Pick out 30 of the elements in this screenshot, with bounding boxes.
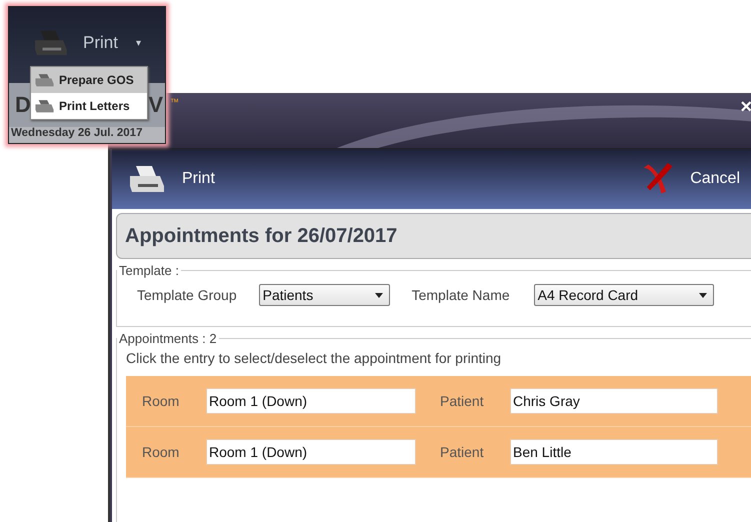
menu-item[interactable]: Print Letters <box>31 93 147 119</box>
room-label: Room <box>141 444 180 460</box>
appointment-row[interactable]: Room Room 1 (Down) Patient Chris Gray <box>126 376 751 427</box>
template-group-label: Template Group <box>137 287 237 303</box>
template-name-label: Template Name <box>412 287 510 303</box>
appointments-title: Appointments for 26/07/2017 <box>116 213 751 259</box>
printer-icon <box>33 98 55 114</box>
patient-field: Ben Little <box>510 439 718 465</box>
room-field: Room 1 (Down) <box>206 439 416 465</box>
template-group-dropdown[interactable]: Patients <box>258 284 390 306</box>
patient-label: Patient <box>439 444 485 460</box>
appointments-legend: Appointments : 2 <box>117 331 219 346</box>
trademark-mark: ™ <box>170 97 179 107</box>
template-legend: Template : <box>117 263 181 278</box>
template-name-dropdown[interactable]: A4 Record Card <box>534 284 714 306</box>
patient-field: Chris Gray <box>510 388 718 414</box>
ribbon-text: V <box>148 92 163 118</box>
room-label: Room <box>141 393 180 409</box>
close-button[interactable]: × <box>740 97 751 117</box>
instruction-text: Click the entry to select/deselect the appointment for printing <box>126 350 502 366</box>
print-button[interactable]: Print <box>126 164 215 194</box>
menu-item[interactable]: Prepare GOS <box>31 67 147 93</box>
date-label: Wednesday 26 Jul. 2017 <box>9 127 165 143</box>
room-field: Room 1 (Down) <box>206 388 416 414</box>
appointment-row[interactable]: Room Room 1 (Down) Patient Ben Little <box>126 427 751 478</box>
printer-icon <box>33 72 55 88</box>
cross-icon <box>642 162 674 196</box>
ribbon-text: D <box>15 92 31 118</box>
cancel-button[interactable]: Cancel <box>642 162 740 196</box>
patient-label: Patient <box>439 393 485 409</box>
